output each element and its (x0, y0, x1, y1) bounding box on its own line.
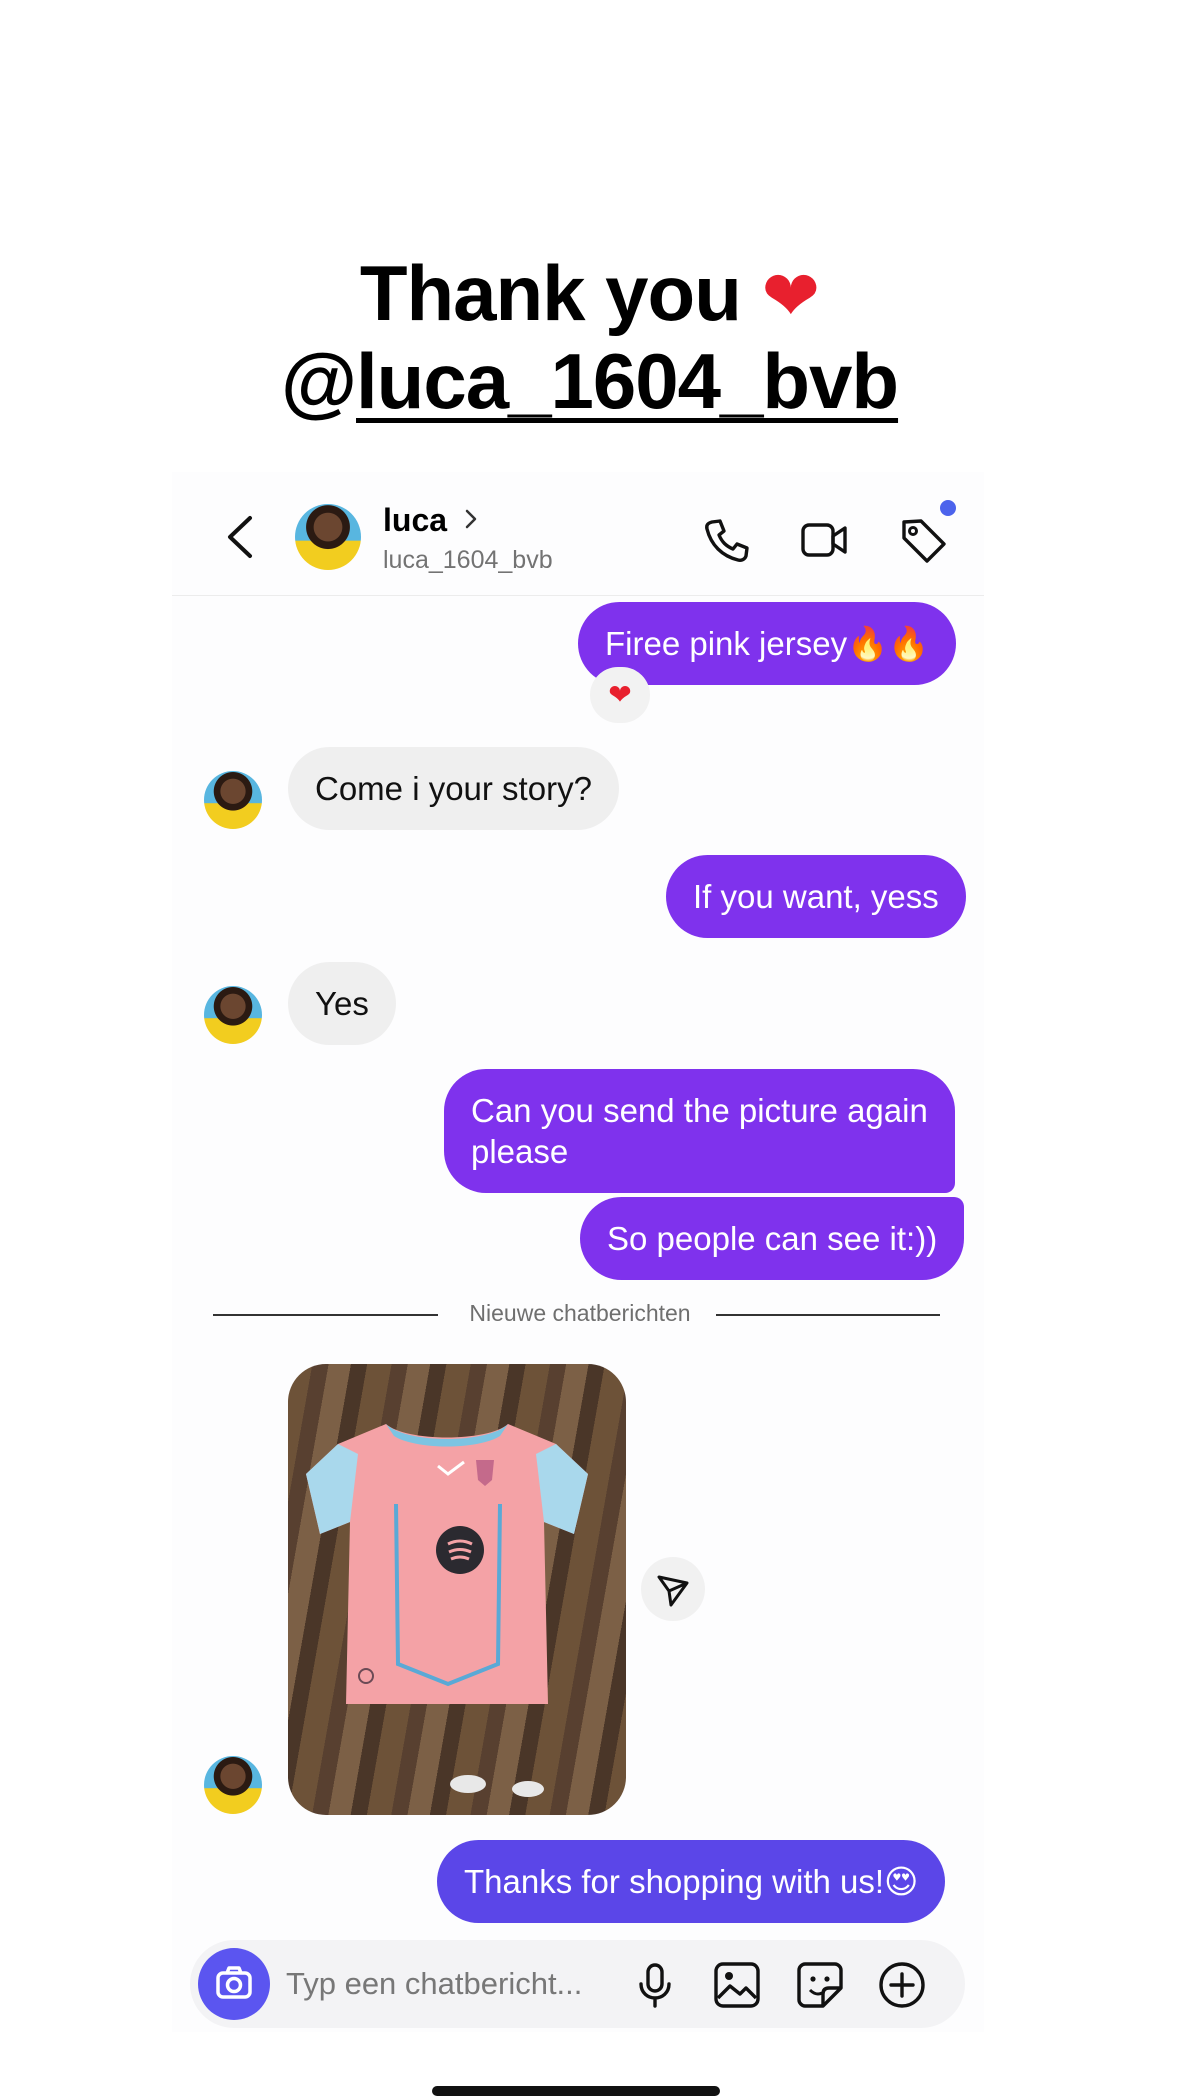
message-line: please (471, 1133, 569, 1170)
jersey-image (306, 1424, 588, 1797)
sender-avatar[interactable] (204, 986, 262, 1044)
camera-button[interactable] (198, 1948, 270, 2020)
headline-handle-text: luca_1604_bvb (356, 337, 899, 425)
message-outgoing[interactable]: So people can see it:)) (580, 1197, 965, 1280)
message-outgoing[interactable]: If you want, yess (666, 855, 966, 938)
heart-reaction[interactable]: ❤ (590, 667, 650, 723)
contact-name[interactable]: luca (383, 502, 447, 539)
back-button[interactable] (220, 512, 260, 562)
message-outgoing-multiline[interactable]: Can you send the picture again please (444, 1069, 955, 1193)
message-input[interactable] (286, 1940, 616, 2028)
message-incoming[interactable]: Come i your story? (288, 747, 619, 830)
headline-thank-you: Thank you (359, 249, 742, 337)
chevron-right-icon (465, 509, 477, 529)
divider-line-right (716, 1314, 940, 1316)
video-icon[interactable] (800, 516, 848, 564)
home-indicator (432, 2086, 720, 2096)
chat-header: luca luca_1604_bvb (172, 472, 984, 596)
headline-line-2: @luca_1604_bvb (0, 336, 1179, 427)
contact-handle[interactable]: luca_1604_bvb (383, 546, 553, 575)
message-line: Can you send the picture again (471, 1092, 928, 1129)
heart-emoji: ❤ (761, 255, 821, 337)
microphone-icon[interactable] (630, 1960, 680, 2010)
image-icon[interactable] (712, 1960, 762, 2010)
sender-avatar[interactable] (204, 771, 262, 829)
sticker-icon[interactable] (795, 1960, 845, 2010)
sender-avatar[interactable] (204, 1756, 262, 1814)
plus-icon[interactable] (877, 1960, 927, 2010)
threads-icon: @ (280, 337, 357, 425)
new-messages-divider: Nieuwe chatberichten (469, 1300, 691, 1326)
message-incoming[interactable]: Yes (288, 962, 396, 1045)
headline-line-1: Thank you ❤ (0, 248, 1179, 339)
jersey-photo[interactable] (288, 1364, 626, 1815)
divider-line-left (213, 1314, 438, 1316)
headline-handle[interactable]: @luca_1604_bvb (280, 337, 899, 425)
contact-avatar[interactable] (295, 504, 361, 570)
tag-icon[interactable] (899, 516, 947, 564)
phone-icon[interactable] (702, 516, 750, 564)
back-icon (228, 516, 252, 558)
camera-icon (216, 1966, 252, 1999)
message-outgoing[interactable]: Thanks for shopping with us!😍 (437, 1840, 946, 1923)
message-composer (190, 1940, 965, 2028)
send-icon (657, 1575, 689, 1607)
share-button[interactable] (641, 1557, 705, 1621)
notification-dot (940, 500, 956, 516)
